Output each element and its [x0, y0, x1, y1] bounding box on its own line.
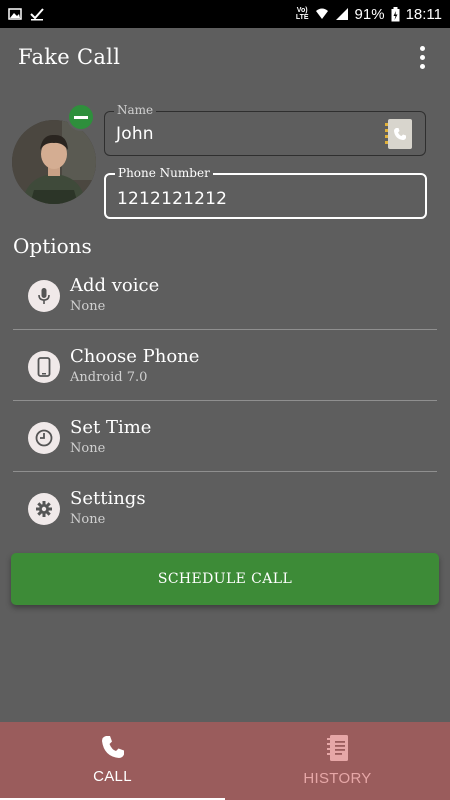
phone-number-label: Phone Number: [115, 166, 213, 180]
schedule-call-button[interactable]: SCHEDULE CALL: [11, 553, 439, 605]
caller-photo: [12, 120, 96, 204]
option-settings[interactable]: Settings None: [13, 472, 437, 543]
option-title: Settings: [70, 488, 146, 509]
more-vert-icon[interactable]: [412, 42, 432, 72]
option-set-time[interactable]: Set Time None: [13, 401, 437, 472]
option-subtitle: None: [70, 299, 106, 314]
option-title: Add voice: [70, 275, 160, 296]
check-icon: [30, 8, 44, 21]
option-choose-phone[interactable]: Choose Phone Android 7.0: [13, 330, 437, 401]
name-label: Name: [114, 103, 157, 117]
option-title: Choose Phone: [70, 346, 200, 367]
nav-label-history: HISTORY: [303, 770, 372, 787]
option-title: Set Time: [70, 417, 152, 438]
nav-item-call[interactable]: CALL: [0, 722, 225, 800]
bottom-nav: CALL HISTORY: [0, 722, 450, 800]
phone-icon: [101, 736, 124, 758]
clock-time: 18:11: [405, 5, 442, 23]
option-subtitle: None: [70, 512, 106, 527]
status-bar: Vo) LTE 91% 18:11: [0, 0, 450, 28]
caller-avatar[interactable]: [12, 120, 96, 204]
gallery-icon: [8, 8, 22, 20]
name-input[interactable]: John: [116, 124, 154, 144]
nav-label-call: CALL: [93, 768, 132, 785]
clock-icon: [28, 422, 60, 454]
options-title: Options: [13, 234, 92, 258]
history-notebook-icon: [326, 735, 348, 761]
option-subtitle: Android 7.0: [70, 370, 148, 385]
phone-number-input[interactable]: 1212121212: [117, 189, 227, 209]
options-list: Add voice None Choose Phone Android 7.0 …: [13, 259, 437, 543]
mic-icon: [28, 280, 60, 312]
contact-book-icon[interactable]: [385, 119, 412, 149]
remove-icon[interactable]: [67, 103, 95, 131]
battery-icon: [391, 6, 400, 21]
phone-number-field[interactable]: Phone Number 1212121212: [104, 166, 427, 219]
option-add-voice[interactable]: Add voice None: [13, 259, 437, 330]
app-title: Fake Call: [18, 45, 121, 69]
battery-percent: 91%: [354, 5, 385, 23]
wifi-icon: [315, 8, 328, 19]
option-subtitle: None: [70, 441, 106, 456]
gear-icon: [28, 493, 60, 525]
name-field[interactable]: Name John: [104, 103, 426, 156]
phone-device-icon: [28, 351, 60, 383]
app-bar: Fake Call: [0, 28, 450, 86]
signal-icon: [335, 8, 348, 20]
nav-item-history[interactable]: HISTORY: [225, 722, 450, 800]
volte-indicator: Vo) LTE: [295, 7, 309, 21]
